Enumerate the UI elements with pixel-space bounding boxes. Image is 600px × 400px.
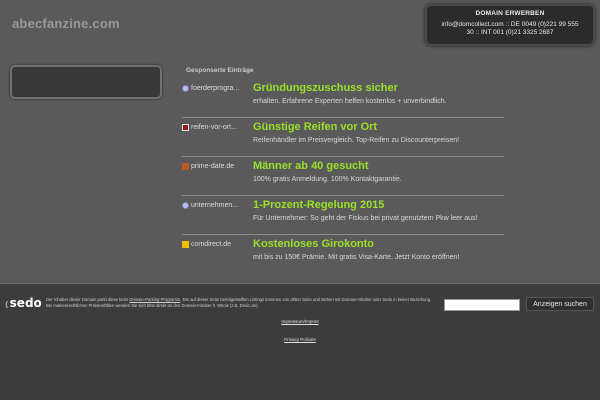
sponsored-label: Gesponserte Einträge xyxy=(186,67,254,74)
ad-item[interactable]: comdirect.de Kostenloses Girokonto mit b… xyxy=(182,235,504,273)
prime-date-icon xyxy=(182,162,189,170)
ad-item[interactable]: reifen-vor-ort... Günstige Reifen vor Or… xyxy=(182,118,504,157)
ad-description: Für Unternehmer: So geht der Fiskus bei … xyxy=(253,215,478,222)
sedo-logo-text: sedo xyxy=(9,296,42,310)
ad-source[interactable]: prime-date.de xyxy=(182,161,252,171)
domain-box-contact-line1: info@domcollect.com :: DE 0049 (0)221 99… xyxy=(441,20,579,28)
tire-icon xyxy=(182,123,189,131)
ad-source-label: comdirect.de xyxy=(191,240,232,248)
comdirect-icon xyxy=(182,240,189,248)
privacy-policy-link[interactable]: Privacy Policies xyxy=(0,337,600,342)
ad-source[interactable]: foerderprogra... xyxy=(182,83,252,93)
ad-source[interactable]: comdirect.de xyxy=(182,239,252,249)
ad-description: erhalten. Erfahrene Experten helfen kost… xyxy=(253,98,447,105)
ad-headline[interactable]: Günstige Reifen vor Ort xyxy=(253,121,377,133)
ad-headline[interactable]: 1-Prozent-Regelung 2015 xyxy=(253,199,384,211)
ad-source[interactable]: unternehmen... xyxy=(182,200,252,210)
sedo-arc-icon: ( xyxy=(5,300,9,309)
sedo-logo[interactable]: (sedo xyxy=(5,296,42,310)
search-input[interactable] xyxy=(444,299,520,311)
ad-description: mit bis zu 150€ Prämie. Mit gratis Visa-… xyxy=(253,254,460,261)
ad-source-label: reifen-vor-ort... xyxy=(191,123,237,131)
globe-icon xyxy=(182,201,189,209)
ad-headline[interactable]: Männer ab 40 gesucht xyxy=(253,160,369,172)
disclaimer-pre: Der Inhaber dieser Domain parkt diese be… xyxy=(46,297,130,302)
ad-description: Reifenhändler im Preisvergleich. Top-Rei… xyxy=(253,137,460,144)
ad-source-label: unternehmen... xyxy=(191,201,239,209)
ad-headline[interactable]: Gründungszuschuss sicher xyxy=(253,82,398,94)
domain-box-contact-line2: 30 :: INT 001 (0)21 3325 2687 xyxy=(466,29,554,36)
ad-source-label: foerderprogra... xyxy=(191,84,240,92)
ad-item[interactable]: prime-date.de Männer ab 40 gesucht 100% … xyxy=(182,157,504,196)
ad-description: 100% gratis Anmeldung. 100% Kontaktgaran… xyxy=(253,176,402,183)
search-ads-button[interactable]: Anzeigen suchen xyxy=(526,297,594,311)
disclaimer-text: Der Inhaber dieser Domain parkt diese be… xyxy=(46,297,436,309)
domain-purchase-box[interactable]: DOMAIN ERWERBEN info@domcollect.com :: D… xyxy=(425,4,595,46)
domain-box-title: DOMAIN ERWERBEN xyxy=(475,10,545,17)
ad-item[interactable]: unternehmen... 1-Prozent-Regelung 2015 F… xyxy=(182,196,504,235)
globe-icon xyxy=(182,84,189,92)
main-panel: abecfanzine.com DOMAIN ERWERBEN info@dom… xyxy=(0,0,600,284)
ad-source[interactable]: reifen-vor-ort... xyxy=(182,122,252,132)
domain-parking-link[interactable]: Domain-Parking-Programm xyxy=(129,297,180,302)
impressum-link[interactable]: Impressum/Imprint xyxy=(0,319,600,324)
ad-headline[interactable]: Kostenloses Girokonto xyxy=(253,238,374,250)
ad-source-label: prime-date.de xyxy=(191,162,235,170)
site-title: abecfanzine.com xyxy=(12,16,120,31)
side-box xyxy=(10,65,162,99)
ad-item[interactable]: foerderprogra... Gründungszuschuss siche… xyxy=(182,79,504,118)
